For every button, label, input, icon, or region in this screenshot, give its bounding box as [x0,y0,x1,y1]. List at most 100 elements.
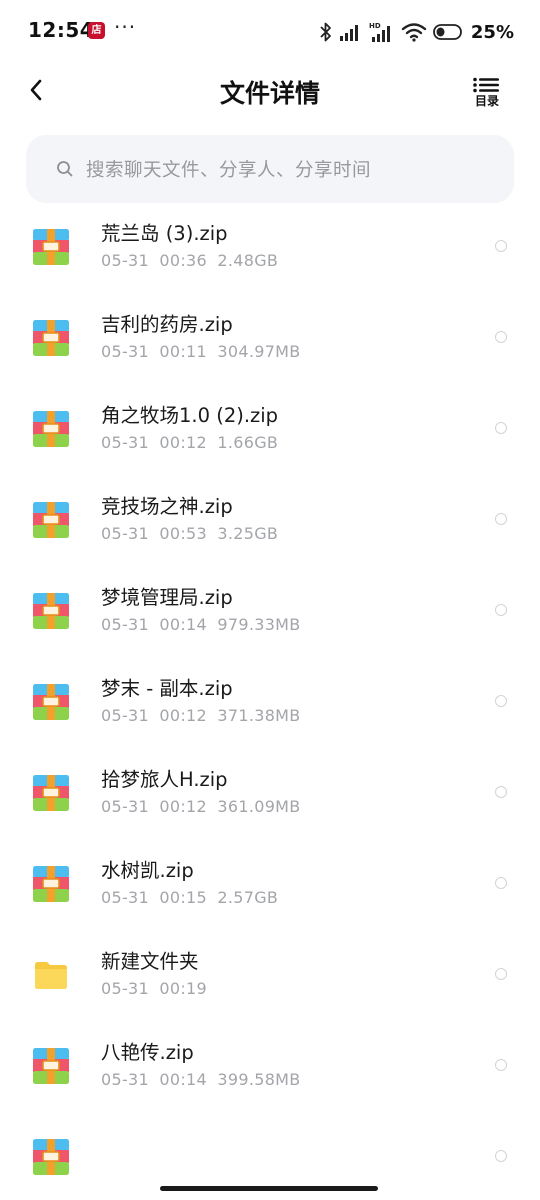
search-icon [57,161,73,177]
zip-archive-icon [33,229,69,265]
file-date: 05-31 [101,979,149,998]
file-time: 00:15 [159,888,207,907]
file-meta: 05-31 00:12 371.38MB [101,706,301,725]
file-size: 399.58MB [217,1070,301,1089]
file-date: 05-31 [101,615,149,634]
file-time: 00:14 [159,615,207,634]
file-meta: 05-31 00:11 304.97MB [101,342,301,361]
file-list-item[interactable]: 梦境管理局.zip 05-31 00:14 979.33MB [0,568,540,659]
select-radio[interactable] [495,422,507,434]
more-notifications-icon: ··· [114,15,137,39]
file-name: 荒兰岛 (3).zip [101,222,228,245]
file-meta: 05-31 00:12 361.09MB [101,797,301,816]
file-date: 05-31 [101,251,149,270]
file-name: 新建文件夹 [101,950,199,973]
file-list-item[interactable]: 水树凯.zip 05-31 00:15 2.57GB [0,841,540,932]
file-date: 05-31 [101,888,149,907]
file-time: 00:12 [159,433,207,452]
file-name: 八艳传.zip [101,1041,194,1064]
file-date: 05-31 [101,706,149,725]
zip-archive-icon [33,411,69,447]
file-name: 竞技场之神.zip [101,495,233,518]
screen: 12:54 店 ··· HD 25% 文件详情 目录 荒兰岛 (3).zip 0… [0,0,540,1200]
file-name: 角之牧场1.0 (2).zip [101,404,279,427]
battery-percent: 25% [470,21,514,43]
select-radio[interactable] [495,1059,507,1071]
file-time: 00:36 [159,251,207,270]
select-radio[interactable] [495,1150,507,1162]
select-radio[interactable] [495,877,507,889]
file-time: 00:14 [159,1070,207,1089]
select-radio[interactable] [495,513,507,525]
home-indicator[interactable] [160,1186,378,1191]
svg-text:HD: HD [369,22,381,30]
status-indicators: HD 25% [319,18,514,46]
file-time: 00:12 [159,797,207,816]
select-radio[interactable] [495,331,507,343]
list-icon [473,77,499,93]
file-size: 3.25GB [217,524,279,543]
signal-icon [339,25,358,41]
file-size: 979.33MB [217,615,301,634]
file-meta: 05-31 00:19 [101,979,207,998]
file-date: 05-31 [101,1070,149,1089]
file-size: 361.09MB [217,797,301,816]
search-bar[interactable]: 搜索聊天文件、分享人、分享时间 [26,135,514,203]
select-radio[interactable] [495,240,507,252]
zip-archive-icon [33,866,69,902]
file-size: 2.48GB [217,251,279,270]
file-size: 2.57GB [217,888,279,907]
folder-icon [35,962,67,989]
file-date: 05-31 [101,433,149,452]
zip-archive-icon [33,1048,69,1084]
file-list-item[interactable]: 拾梦旅人H.zip 05-31 00:12 361.09MB [0,750,540,841]
file-list[interactable]: 荒兰岛 (2).zip05-31 00:16 934.01MB荒兰岛 (3).z… [0,193,540,1200]
file-name: 吉利的药房.zip [101,313,233,336]
file-list-item[interactable]: 竞技场之神.zip 05-31 00:53 3.25GB [0,477,540,568]
zip-archive-icon [33,320,69,356]
file-time: 00:12 [159,706,207,725]
file-date: 05-31 [101,524,149,543]
toc-label: 目录 [474,94,499,108]
file-list-item[interactable]: 吉利的药房.zip 05-31 00:11 304.97MB [0,295,540,386]
file-meta: 05-31 00:36 2.48GB [101,251,278,270]
wifi-icon [401,23,427,42]
status-bar: 12:54 店 ··· HD 25% [0,0,540,62]
search-input[interactable]: 搜索聊天文件、分享人、分享时间 [86,156,371,182]
file-meta: 05-31 00:12 1.66GB [101,433,278,452]
select-radio[interactable] [495,695,507,707]
file-list-item[interactable]: 八艳传.zip 05-31 00:14 399.58MB [0,1023,540,1114]
file-time: 00:11 [159,342,207,361]
file-meta: 05-31 00:15 2.57GB [101,888,278,907]
file-list-item[interactable]: 荒兰岛 (3).zip 05-31 00:36 2.48GB [0,204,540,295]
file-meta: 05-31 00:53 3.25GB [101,524,278,543]
zip-archive-icon [33,1139,69,1175]
file-meta: 05-31 00:14 979.33MB [101,615,301,634]
zip-archive-icon [33,502,69,538]
file-size: 1.66GB [217,433,279,452]
select-radio[interactable] [495,604,507,616]
file-meta: 05-31 00:14 399.58MB [101,1070,301,1089]
battery-icon [433,24,462,40]
app-header: 文件详情 目录 [0,62,540,124]
file-list-item[interactable]: 梦末 - 副本.zip 05-31 00:12 371.38MB [0,659,540,750]
file-name: 水树凯.zip [101,859,194,882]
file-list-item[interactable]: 新建文件夹 05-31 00:19 [0,932,540,1023]
table-of-contents-button[interactable]: 目录 [470,76,504,112]
signal-hd-icon: HD [369,22,390,42]
file-size: 371.38MB [217,706,301,725]
store-app-icon: 店 [88,22,105,39]
zip-archive-icon [33,593,69,629]
file-list-item[interactable]: 角之牧场1.0 (2).zip 05-31 00:12 1.66GB [0,386,540,477]
file-name: 梦境管理局.zip [101,586,233,609]
file-name: 拾梦旅人H.zip [101,768,228,791]
page-title: 文件详情 [219,79,320,108]
select-radio[interactable] [495,968,507,980]
file-date: 05-31 [101,797,149,816]
file-size: 304.97MB [217,342,301,361]
file-list-content: 荒兰岛 (2).zip05-31 00:16 934.01MB荒兰岛 (3).z… [0,193,540,1200]
select-radio[interactable] [495,786,507,798]
status-time: 12:54 [28,18,95,42]
file-date: 05-31 [101,342,149,361]
file-time: 00:53 [159,524,207,543]
